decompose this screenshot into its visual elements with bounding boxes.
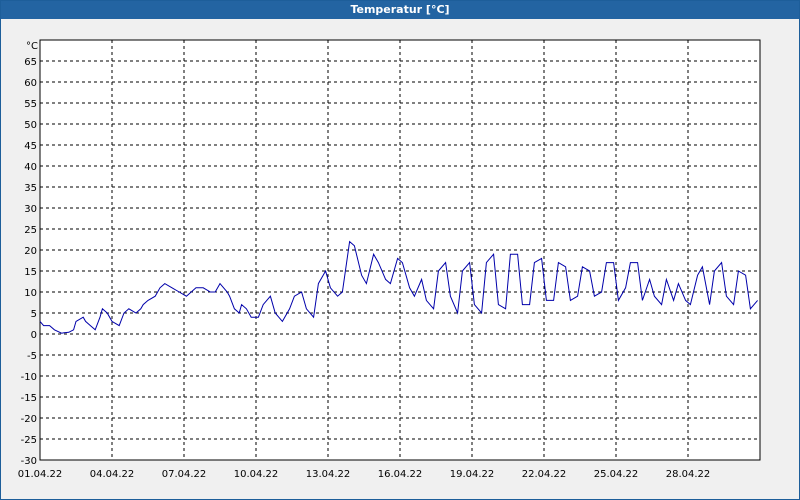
- y-tick-label: 55: [24, 99, 37, 110]
- y-tick-label: -10: [21, 372, 37, 383]
- x-tick-label: 16.04.22: [378, 469, 423, 480]
- y-tick-label: 65: [24, 57, 37, 68]
- x-tick-label: 04.04.22: [90, 469, 135, 480]
- y-tick-label: -15: [21, 393, 37, 404]
- x-tick-label: 25.04.22: [594, 469, 639, 480]
- y-tick-label: -25: [21, 435, 37, 446]
- y-tick-label: 50: [24, 120, 37, 131]
- x-tick-label: 07.04.22: [162, 469, 207, 480]
- y-tick-label: 35: [24, 183, 37, 194]
- x-tick-label: 19.04.22: [450, 469, 495, 480]
- y-tick-label: 10: [24, 288, 37, 299]
- y-tick-label: -5: [27, 351, 37, 362]
- y-tick-label: 30: [24, 204, 37, 215]
- y-tick-label: -20: [21, 414, 37, 425]
- x-tick-label: 13.04.22: [306, 469, 351, 480]
- y-tick-label: 0: [31, 330, 37, 341]
- y-tick-label: 20: [24, 246, 37, 257]
- x-tick-label: 10.04.22: [234, 469, 279, 480]
- x-tick-labels: 01.04.22 04.04.22 07.04.22 10.04.22 13.04.22…: [18, 469, 711, 480]
- y-tick-label: 40: [24, 162, 37, 173]
- y-tick-label: 60: [24, 78, 37, 89]
- grid-lines: [40, 40, 760, 460]
- y-tick-labels: 65605550454035302520151050-5-10-15-20-25…: [21, 57, 37, 467]
- x-tick-label: 28.04.22: [666, 469, 711, 480]
- y-tick-label: 25: [24, 225, 37, 236]
- temperature-chart: °C 65605550454035302520151050-5-10-15-20…: [18, 39, 761, 480]
- y-axis-label: °C: [26, 41, 38, 52]
- y-tick-label: 15: [24, 267, 37, 278]
- x-tick-label: 22.04.22: [522, 469, 567, 480]
- y-tick-label: 45: [24, 141, 37, 152]
- x-tick-label: 01.04.22: [18, 469, 63, 480]
- y-tick-label: -30: [21, 456, 37, 467]
- y-tick-label: 5: [31, 309, 37, 320]
